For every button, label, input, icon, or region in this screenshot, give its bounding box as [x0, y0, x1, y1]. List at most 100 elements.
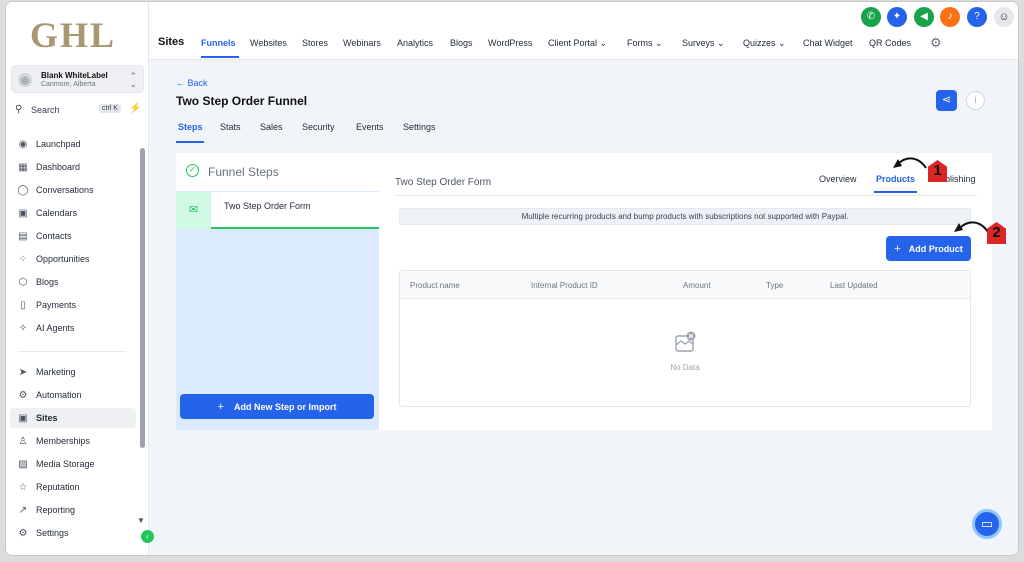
top-nav-forms[interactable]: Forms ⌄ [627, 38, 663, 49]
sidebar-item-media-storage[interactable]: ▨ Media Storage [6, 454, 136, 474]
automation-icon: ⚙ [18, 389, 28, 401]
announcement-icon[interactable]: ◀ [914, 7, 934, 27]
tab-events[interactable]: Events [356, 122, 384, 132]
sidebar-item-label: Calendars [36, 208, 78, 218]
top-nav-label: Stores [302, 38, 329, 48]
funnel-steps-header: ✓ Funnel Steps [176, 153, 379, 191]
sidebar-item-settings[interactable]: ⚙ Settings [6, 523, 136, 543]
chevron-down-icon: ⌄ [597, 38, 608, 48]
tab-security[interactable]: Security [302, 122, 335, 132]
funnel-steps-heading: Funnel Steps [208, 165, 279, 179]
logo: GHL [30, 15, 117, 55]
help-icon[interactable]: ? [967, 7, 987, 27]
sidebar-item-conversations[interactable]: ◯ Conversations [6, 180, 136, 200]
phone-icon[interactable]: ✆ [861, 7, 881, 27]
sidebar-item-opportunities[interactable]: ⁘ Opportunities [6, 249, 136, 269]
sidebar-item-marketing[interactable]: ➤ Marketing [6, 362, 136, 382]
tabs-divider [395, 195, 977, 196]
account-switcher[interactable]: ◎ Blank WhiteLabel Canmore, Alberta ⌃ ⌄ [11, 65, 144, 93]
top-nav-webinars[interactable]: Webinars [343, 38, 381, 48]
tab-steps[interactable]: Steps [178, 122, 203, 132]
top-nav-label: Blogs [450, 38, 473, 48]
sidebar-item-memberships[interactable]: ♙ Memberships [6, 431, 136, 451]
sidebar-item-blogs[interactable]: ⬡ Blogs [6, 272, 136, 292]
top-nav-label: WordPress [488, 38, 533, 48]
sidebar-item-label: AI Agents [36, 323, 75, 333]
chat-widget-button[interactable]: ▭ [972, 509, 1002, 539]
sidebar-item-ai-agents[interactable]: ✧ AI Agents [6, 318, 136, 338]
sidebar-item-label: Reputation [36, 482, 80, 492]
add-new-step-button[interactable]: + Add New Step or Import [180, 394, 374, 419]
sidebar-item-label: Media Storage [36, 459, 95, 469]
collapse-sidebar-button[interactable]: ‹ [141, 530, 154, 543]
account-avatar-icon: ◎ [18, 73, 32, 87]
sidebar-item-label: Payments [36, 300, 77, 310]
sidebar-item-label: Memberships [36, 436, 91, 446]
top-nav-blogs[interactable]: Blogs [450, 38, 473, 48]
plus-icon: + [894, 242, 901, 255]
add-product-button[interactable]: + Add Product [886, 236, 971, 261]
check-circle-icon: ✓ [186, 164, 199, 177]
sidebar-scrollbar[interactable] [140, 148, 145, 448]
sidebar-item-label: Contacts [36, 231, 72, 241]
column-amount: Amount [683, 281, 711, 290]
sidebar-item-dashboard[interactable]: ▦ Dashboard [6, 157, 136, 177]
empty-state-text: No Data [670, 363, 700, 372]
column-last-updated: Last Updated [830, 281, 878, 290]
sidebar-item-automation[interactable]: ⚙ Automation [6, 385, 136, 405]
search-button[interactable]: ⚲ Search ctrl K [11, 101, 121, 119]
account-name: Blank WhiteLabel [41, 71, 108, 80]
products-table: Product name Internal Product ID Amount … [399, 270, 971, 407]
step-detail-panel: Two Step Order Form Overview Products Publ… [379, 153, 992, 430]
funnel-step-item[interactable]: ✉ Two Step Order Form [176, 192, 379, 229]
top-nav-quizzes[interactable]: Quizzes ⌄ [743, 38, 786, 49]
active-tab-indicator [176, 141, 204, 143]
magic-icon[interactable]: ✦ [887, 7, 907, 27]
sidebar-item-reporting[interactable]: ↗ Reporting [6, 500, 136, 520]
tab-products[interactable]: Products [876, 174, 915, 184]
sidebar-item-label: Reporting [36, 505, 76, 515]
top-nav-label: Analytics [397, 38, 434, 48]
top-nav-label: Chat Widget [803, 38, 853, 48]
top-nav-funnels[interactable]: Funnels [201, 38, 236, 48]
sidebar-item-sites[interactable]: ▣ Sites [10, 408, 136, 428]
top-nav-label: Funnels [201, 38, 236, 48]
sidebar-item-launchpad[interactable]: ◉ Launchpad [6, 134, 136, 154]
column-internal-product-id: Internal Product ID [531, 281, 598, 290]
sidebar-item-calendars[interactable]: ▣ Calendars [6, 203, 136, 223]
top-nav-label: Webinars [343, 38, 381, 48]
user-avatar[interactable]: ☺ [994, 7, 1014, 27]
section-title: Sites [158, 36, 185, 48]
sidebar-item-payments[interactable]: ▯ Payments [6, 295, 136, 315]
bell-icon[interactable]: ♪ [940, 7, 960, 27]
top-nav-stores[interactable]: Stores [302, 38, 328, 48]
back-link[interactable]: ← Back [176, 78, 208, 88]
scroll-down-arrow-icon[interactable]: ▼ [137, 516, 145, 525]
tab-settings[interactable]: Settings [403, 122, 436, 132]
top-nav-websites[interactable]: Websites [250, 38, 287, 48]
sidebar-item-reputation[interactable]: ☆ Reputation [6, 477, 136, 497]
sidebar-item-contacts[interactable]: ▤ Contacts [6, 226, 136, 246]
receipt-icon: ▯ [20, 299, 26, 311]
top-nav-qr-codes[interactable]: QR Codes [869, 38, 911, 48]
tab-stats[interactable]: Stats [220, 122, 241, 132]
funnel-step-name: Two Step Order Form [224, 201, 311, 211]
quick-action-bolt-icon[interactable]: ⚡ [129, 103, 141, 114]
gear-icon[interactable]: ⚙ [930, 35, 942, 51]
top-nav-wordpress[interactable]: WordPress [488, 38, 532, 48]
info-icon[interactable]: i [966, 91, 985, 110]
account-location: Canmore, Alberta [41, 81, 96, 88]
tab-overview[interactable]: Overview [819, 174, 857, 184]
sidebar-item-label: Blogs [36, 277, 59, 287]
top-nav-label: Client Portal [548, 38, 598, 48]
top-nav-surveys[interactable]: Surveys ⌄ [682, 38, 725, 49]
tab-sales[interactable]: Sales [260, 122, 283, 132]
share-button[interactable]: ⋖ [936, 90, 957, 111]
top-nav-analytics[interactable]: Analytics [397, 38, 433, 48]
sidebar-item-label: Settings [36, 528, 69, 538]
top-nav-label: Websites [250, 38, 287, 48]
network-icon: ⁘ [18, 253, 28, 265]
search-shortcut: ctrl K [99, 104, 121, 113]
top-nav-client-portal[interactable]: Client Portal ⌄ [548, 38, 607, 49]
top-nav-chat-widget[interactable]: Chat Widget [803, 38, 853, 48]
